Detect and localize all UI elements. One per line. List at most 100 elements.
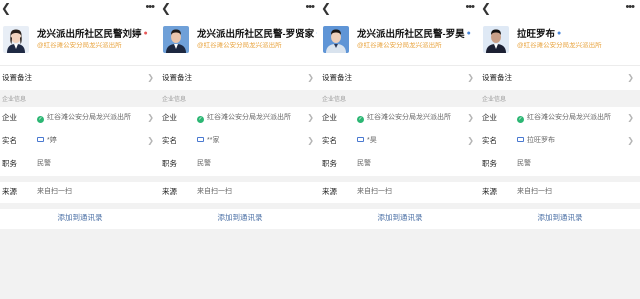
position-row: 职务 民警 bbox=[160, 154, 320, 174]
set-remark-row[interactable]: 设置备注 ❯ bbox=[160, 68, 320, 88]
set-remark-row[interactable]: 设置备注 ❯ bbox=[480, 68, 640, 88]
back-arrow-icon[interactable]: ❮ bbox=[161, 2, 171, 14]
add-to-contacts-button[interactable]: 添加到通讯录 bbox=[0, 210, 160, 226]
company-row[interactable]: 企业 ✓ 红谷滩公安分局龙兴派出所 ❯ bbox=[320, 108, 480, 128]
source-label: 来源 bbox=[322, 187, 337, 196]
contact-card-panel: ❮ ••• 龙兴派出所社区民警刘婷 ● @红谷滩公安分局龙兴派出所 设置备注 ❯ … bbox=[0, 0, 160, 299]
chevron-right-icon: ❯ bbox=[307, 136, 314, 145]
id-card-icon bbox=[357, 137, 364, 142]
back-arrow-icon[interactable]: ❮ bbox=[1, 2, 11, 14]
chevron-right-icon: ❯ bbox=[147, 113, 154, 122]
source-row: 来源 来自扫一扫 bbox=[320, 182, 480, 202]
source-value: 来自扫一扫 bbox=[197, 188, 232, 195]
chevron-right-icon: ❯ bbox=[627, 113, 634, 122]
source-value: 来自扫一扫 bbox=[37, 188, 72, 195]
company-label: 企业 bbox=[482, 113, 497, 122]
source-label: 来源 bbox=[162, 187, 177, 196]
bottom-area bbox=[0, 229, 160, 299]
avatar[interactable] bbox=[483, 26, 509, 53]
source-row: 来源 来自扫一扫 bbox=[0, 182, 160, 202]
top-bar: ❮ ••• bbox=[320, 0, 480, 18]
divider bbox=[160, 65, 320, 66]
company-row[interactable]: 企业 ✓ 红谷滩公安分局龙兴派出所 ❯ bbox=[480, 108, 640, 128]
more-options-icon[interactable]: ••• bbox=[625, 1, 635, 13]
company-row[interactable]: 企业 ✓ 红谷滩公安分局龙兴派出所 ❯ bbox=[0, 108, 160, 128]
position-value: 民警 bbox=[517, 160, 531, 167]
organization-text: @红谷滩公安分局龙兴派出所 bbox=[517, 42, 602, 49]
realname-value: 拉旺罗布 bbox=[527, 137, 555, 144]
back-arrow-icon[interactable]: ❮ bbox=[481, 2, 491, 14]
contact-cards-row: ❮ ••• 龙兴派出所社区民警刘婷 ● @红谷滩公安分局龙兴派出所 设置备注 ❯ … bbox=[0, 0, 640, 299]
more-options-icon[interactable]: ••• bbox=[305, 1, 315, 13]
position-label: 职务 bbox=[2, 159, 17, 168]
bottom-area bbox=[480, 229, 640, 299]
chevron-right-icon: ❯ bbox=[627, 73, 634, 82]
avatar[interactable] bbox=[3, 26, 29, 53]
set-remark-row[interactable]: 设置备注 ❯ bbox=[0, 68, 160, 88]
contact-name: 龙兴派出所社区民警-罗昊 ● bbox=[357, 29, 471, 40]
bottom-area bbox=[320, 229, 480, 299]
female-icon: ● bbox=[143, 30, 148, 37]
top-bar: ❮ ••• bbox=[160, 0, 320, 18]
company-value: 红谷滩公安分局龙兴派出所 bbox=[367, 114, 451, 121]
realname-value: **家 bbox=[207, 137, 220, 144]
company-value: 红谷滩公安分局龙兴派出所 bbox=[527, 114, 611, 121]
company-label: 企业 bbox=[162, 113, 177, 122]
realname-label: 实名 bbox=[2, 136, 17, 145]
position-value: 民警 bbox=[357, 160, 371, 167]
avatar[interactable] bbox=[323, 26, 349, 53]
chevron-right-icon: ❯ bbox=[467, 113, 474, 122]
verified-icon: ✓ bbox=[197, 116, 204, 123]
realname-row[interactable]: 实名 拉旺罗布 ❯ bbox=[480, 131, 640, 151]
realname-value: *婷 bbox=[47, 137, 57, 144]
chevron-right-icon: ❯ bbox=[467, 136, 474, 145]
verified-icon: ✓ bbox=[357, 116, 364, 123]
chevron-right-icon: ❯ bbox=[307, 73, 314, 82]
company-row[interactable]: 企业 ✓ 红谷滩公安分局龙兴派出所 ❯ bbox=[160, 108, 320, 128]
id-card-icon bbox=[517, 137, 524, 142]
source-row: 来源 来自扫一扫 bbox=[160, 182, 320, 202]
position-label: 职务 bbox=[162, 159, 177, 168]
chevron-right-icon: ❯ bbox=[467, 73, 474, 82]
source-value: 来自扫一扫 bbox=[357, 188, 392, 195]
chevron-right-icon: ❯ bbox=[307, 113, 314, 122]
contact-name: 龙兴派出所社区民警刘婷 ● bbox=[37, 29, 148, 40]
contact-card-panel: ❮ ••• 龙兴派出所社区民警-罗贤家● @红谷滩公安分局龙兴派出所 设置备注 … bbox=[160, 0, 320, 299]
position-row: 职务 民警 bbox=[480, 154, 640, 174]
position-row: 职务 民警 bbox=[0, 154, 160, 174]
top-bar: ❮ ••• bbox=[0, 0, 160, 18]
back-arrow-icon[interactable]: ❮ bbox=[321, 2, 331, 14]
divider bbox=[480, 65, 640, 66]
section-title: 企业信息 bbox=[2, 97, 27, 103]
more-options-icon[interactable]: ••• bbox=[465, 1, 475, 13]
set-remark-label: 设置备注 bbox=[162, 73, 192, 82]
id-card-icon bbox=[197, 137, 204, 142]
organization-text: @红谷滩公安分局龙兴派出所 bbox=[357, 42, 442, 49]
section-band bbox=[160, 203, 320, 209]
source-row: 来源 来自扫一扫 bbox=[480, 182, 640, 202]
section-title: 企业信息 bbox=[322, 97, 347, 103]
contact-card-panel: ❮ ••• 拉旺罗布 ● @红谷滩公安分局龙兴派出所 设置备注 ❯ 企业信息 企业… bbox=[480, 0, 640, 299]
add-to-contacts-button[interactable]: 添加到通讯录 bbox=[480, 210, 640, 226]
realname-row[interactable]: 实名 **家 ❯ bbox=[160, 131, 320, 151]
contact-card-panel: ❮ ••• 龙兴派出所社区民警-罗昊 ● @红谷滩公安分局龙兴派出所 设置备注 ❯… bbox=[320, 0, 480, 299]
more-options-icon[interactable]: ••• bbox=[145, 1, 155, 13]
male-icon: ● bbox=[557, 30, 562, 37]
section-title: 企业信息 bbox=[162, 97, 187, 103]
realname-row[interactable]: 实名 *昊 ❯ bbox=[320, 131, 480, 151]
divider bbox=[0, 65, 160, 66]
set-remark-row[interactable]: 设置备注 ❯ bbox=[320, 68, 480, 88]
male-icon: ● bbox=[466, 30, 471, 37]
organization-text: @红谷滩公安分局龙兴派出所 bbox=[37, 42, 122, 49]
set-remark-label: 设置备注 bbox=[322, 73, 352, 82]
source-label: 来源 bbox=[2, 187, 17, 196]
add-to-contacts-button[interactable]: 添加到通讯录 bbox=[160, 210, 320, 226]
source-value: 来自扫一扫 bbox=[517, 188, 552, 195]
avatar[interactable] bbox=[163, 26, 189, 53]
top-bar: ❮ ••• bbox=[480, 0, 640, 18]
realname-row[interactable]: 实名 *婷 ❯ bbox=[0, 131, 160, 151]
add-to-contacts-button[interactable]: 添加到通讯录 bbox=[320, 210, 480, 226]
verified-icon: ✓ bbox=[517, 116, 524, 123]
company-label: 企业 bbox=[322, 113, 337, 122]
set-remark-label: 设置备注 bbox=[2, 73, 32, 82]
